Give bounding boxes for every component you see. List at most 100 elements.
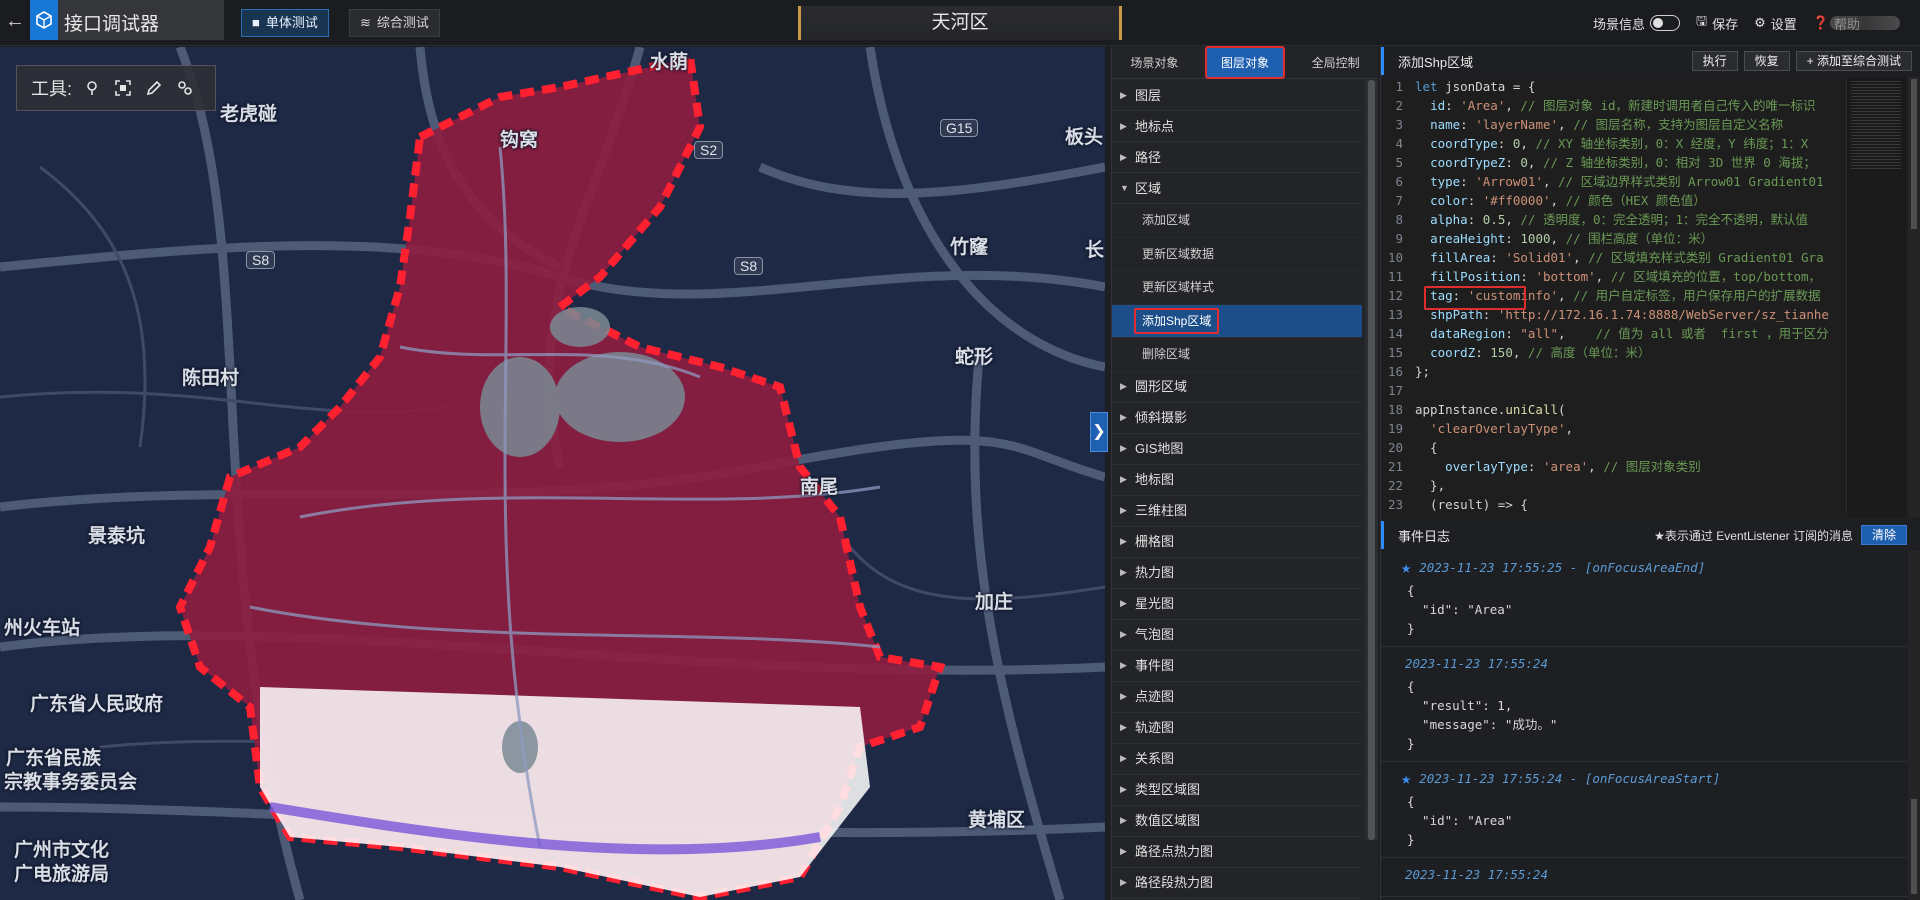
log-timestamp: 2023-11-23 17:55:24 xyxy=(1405,867,1548,882)
log-timestamp: ★ 2023-11-23 17:55:24 - [onFocusAreaStart… xyxy=(1401,766,1909,792)
tree-item[interactable]: ▶ 数值区域图 xyxy=(1112,806,1362,837)
map-label: 水荫 xyxy=(650,52,689,73)
code-line: 17 xyxy=(1381,381,1920,400)
tree-item[interactable]: ▶ 星光图 xyxy=(1112,589,1362,620)
tree-subitem[interactable]: 更新区域数据 xyxy=(1112,238,1362,271)
caret-right-icon: ▶ xyxy=(1120,412,1127,422)
tree-item-label: 地标点 xyxy=(1135,118,1175,134)
tree-subitem[interactable]: 删除区域 xyxy=(1112,338,1362,372)
tree-item[interactable]: ▶ 路径 xyxy=(1112,142,1362,173)
tree-item[interactable]: ▶ 路径段热力图 xyxy=(1112,868,1362,899)
tab-unit-test[interactable]: ■ 单体测试 xyxy=(241,9,329,37)
tree-item[interactable]: ▶ 地标图 xyxy=(1112,465,1362,496)
settings-button[interactable]: ⚙ 设置 xyxy=(1754,14,1797,33)
frame-select-icon[interactable] xyxy=(112,77,134,99)
tree-item[interactable]: ▶ 倾斜摄影 xyxy=(1112,403,1362,434)
tab-layer-objects[interactable]: 图层对象 xyxy=(1204,46,1285,79)
code-line: 22 }, xyxy=(1381,476,1920,495)
object-tabs: 场景对象 图层对象 全局控制 xyxy=(1112,46,1378,79)
tree-item[interactable]: ▼ 区域 xyxy=(1112,173,1362,204)
code-text: coordTypeZ: 0, // Z 轴坐标类别，0：相对 3D 世界 0 海… xyxy=(1430,155,1816,170)
code-text: name: 'layerName', // 图层名称，支持为图层自定义名称 xyxy=(1430,117,1784,132)
tree-subitem[interactable]: 添加区域 xyxy=(1112,204,1362,238)
map-view[interactable]: 工具: 水荫 老虎碰 钩窝 板头 竹窿 长 陈田村 蛇形 南尾 景泰坑 加庄 州… xyxy=(0,47,1105,900)
tab-combined-test[interactable]: ≋ 综合测试 xyxy=(349,9,440,37)
event-log[interactable]: ★ 2023-11-23 17:55:25 - [onFocusAreaEnd]{… xyxy=(1381,551,1909,900)
tree-item[interactable]: ▶ 热力图 xyxy=(1112,558,1362,589)
code-header: 添加Shp区域 执行 恢复 + 添加至综合测试 xyxy=(1381,47,1920,75)
tree-item-label: 倾斜摄影 xyxy=(1135,410,1188,425)
tree-item[interactable]: ▶ 圆形区域 xyxy=(1112,372,1362,403)
add-to-combined-label: 添加至综合测试 xyxy=(1816,54,1901,68)
caret-right-icon: ▶ xyxy=(1120,381,1127,391)
road-badge: G15 xyxy=(940,119,979,137)
log-title: 事件日志 xyxy=(1398,528,1451,544)
tree-scrollbar[interactable] xyxy=(1365,80,1378,840)
tab-scene-objects[interactable]: 场景对象 xyxy=(1120,48,1188,77)
tree-item[interactable]: ▶ 三维柱图 xyxy=(1112,496,1362,527)
map-label: 广东省民族 xyxy=(6,748,102,769)
log-body: { "id": "Area" } xyxy=(1407,583,1513,636)
code-line: 9 areaHeight: 1000, // 围栏高度（单位：米） xyxy=(1381,229,1920,248)
line-number: 7 xyxy=(1395,193,1403,208)
log-body: { "result": 1, "message": "成功。" } xyxy=(1407,679,1558,751)
map-label: 南尾 xyxy=(800,477,839,498)
tree-item[interactable]: ▶ 关系图 xyxy=(1112,744,1362,775)
caret-right-icon: ▶ xyxy=(1120,443,1127,453)
road-badge: S2 xyxy=(694,141,724,159)
tree-item[interactable]: ▶ 图层 xyxy=(1112,80,1362,111)
tree-item[interactable]: ▶ 气泡图 xyxy=(1112,620,1362,651)
pen-icon[interactable] xyxy=(143,77,165,99)
code-line: 6 type: 'Arrow01', // 区域边界样式类别 Arrow01 G… xyxy=(1381,172,1920,191)
tree-item[interactable]: ▶ 地标点 xyxy=(1112,111,1362,142)
map-label: 蛇形 xyxy=(955,347,994,368)
scrollbar-thumb[interactable] xyxy=(1911,79,1917,229)
tab-global-control[interactable]: 全局控制 xyxy=(1302,48,1370,77)
caret-right-icon: ▶ xyxy=(1120,722,1127,732)
tree-item[interactable]: ▶ 路径点热力图 xyxy=(1112,837,1362,868)
code-scrollbar[interactable] xyxy=(1908,77,1920,517)
code-minimap[interactable] xyxy=(1846,77,1906,517)
code-panel: 添加Shp区域 执行 恢复 + 添加至综合测试 1 let jsonData = … xyxy=(1380,47,1920,900)
road-badge: S8 xyxy=(734,257,764,275)
caret-right-icon: ▶ xyxy=(1120,691,1127,701)
caret-right-icon: ▶ xyxy=(1120,474,1127,484)
tree-subitem-label: 更新区域数据 xyxy=(1142,246,1215,261)
tree-item[interactable]: ▶ 栅格图 xyxy=(1112,527,1362,558)
tree-subitem[interactable]: 添加Shp区域 xyxy=(1112,304,1362,338)
line-number: 1 xyxy=(1395,79,1403,94)
line-number: 19 xyxy=(1387,421,1403,436)
map-label: 陈田村 xyxy=(182,368,240,389)
tree-subitem[interactable]: 更新区域样式 xyxy=(1112,271,1362,305)
location-pin-icon[interactable] xyxy=(81,77,103,99)
user-avatar[interactable] xyxy=(1830,16,1900,30)
map-label: 广州市文化 xyxy=(14,840,110,861)
line-number: 13 xyxy=(1387,307,1403,322)
collapse-panel-arrow-icon[interactable]: ❯ xyxy=(1090,412,1108,452)
map-label: 钩窝 xyxy=(500,130,539,151)
save-button[interactable]: 🖫 保存 xyxy=(1696,12,1738,34)
save-label: 保存 xyxy=(1712,16,1739,32)
tree-item[interactable]: ▶ GIS地图 xyxy=(1112,434,1362,465)
scrollbar-thumb[interactable] xyxy=(1911,799,1917,894)
code-line: 4 coordType: 0, // XY 轴坐标类别，0：X 经度，Y 纬度；… xyxy=(1381,134,1920,153)
scene-info-toggle[interactable]: 场景信息 xyxy=(1593,14,1681,33)
log-scrollbar[interactable] xyxy=(1908,551,1920,900)
line-number: 11 xyxy=(1387,269,1403,284)
restore-button[interactable]: 恢复 xyxy=(1743,51,1790,71)
tree-item[interactable]: ▶ 点迹图 xyxy=(1112,682,1362,713)
code-line: 1 let jsonData = { xyxy=(1381,77,1920,96)
clear-log-button[interactable]: 清除 xyxy=(1860,525,1907,545)
gears-icon[interactable] xyxy=(174,77,196,99)
scrollbar-thumb[interactable] xyxy=(1368,80,1375,840)
caret-right-icon: ▶ xyxy=(1120,89,1127,100)
caret-right-icon: ▶ xyxy=(1120,877,1127,887)
tree-item[interactable]: ▶ 类型区域图 xyxy=(1112,775,1362,806)
back-arrow-icon[interactable]: ← xyxy=(4,10,26,34)
toggle-switch[interactable] xyxy=(1650,15,1681,31)
add-to-combined-button[interactable]: + 添加至综合测试 xyxy=(1795,51,1912,71)
code-text: alpha: 0.5, // 透明度，0：完全透明；1：完全不透明，默认值 xyxy=(1430,212,1809,227)
tree-item[interactable]: ▶ 轨迹图 xyxy=(1112,713,1362,744)
tree-item[interactable]: ▶ 事件图 xyxy=(1112,651,1362,682)
run-button[interactable]: 执行 xyxy=(1691,51,1738,71)
